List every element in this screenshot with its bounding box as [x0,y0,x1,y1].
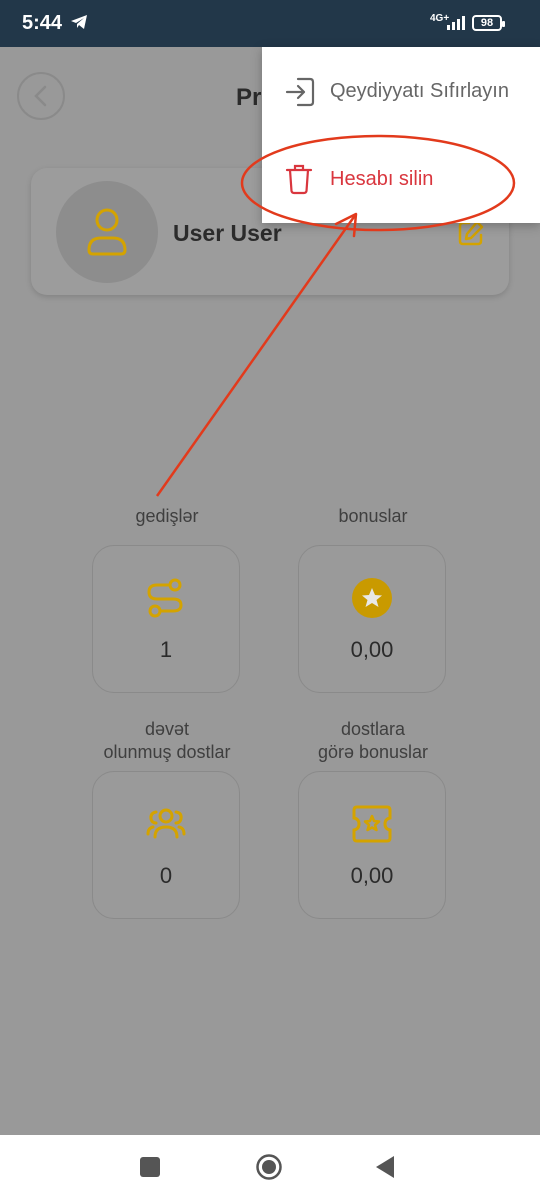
back-button[interactable] [17,72,65,120]
trash-icon [284,163,314,200]
stat-label-trips-line1: gedişlər [135,506,199,526]
system-nav-bar [0,1135,540,1200]
stat-card-friend-bonuses[interactable]: 0,00 [298,771,446,919]
signal-icon [447,16,467,35]
stat-label-friend-bonuses-line2: görə bonuslar [317,742,429,762]
ticket-star-icon [351,803,393,850]
users-icon [145,803,187,850]
user-name: User User [173,220,282,246]
overflow-menu: Qeydiyyatı Sıfırlayın Hesabı silin [262,47,540,223]
page-title: Pr [236,84,262,111]
menu-item-delete-account[interactable]: Hesabı silin [262,135,540,223]
status-time: 5:44 [22,12,63,34]
edit-icon [458,220,484,246]
menu-item-delete-label: Hesabı silin [330,167,434,190]
stat-value-friend-bonuses: 0,00 [350,863,394,888]
battery-icon: 98 [472,15,505,31]
stat-label-friend-bonuses: dostlara görə bonuslar [273,718,473,764]
square-icon [140,1157,160,1177]
stat-label-invited-line2: olunmuş dostlar [103,742,231,762]
circle-icon [256,1154,282,1180]
star-badge-icon [351,577,393,624]
stat-label-friend-bonuses-line1: dostlara [340,719,406,739]
route-icon [145,577,187,624]
avatar [56,181,158,283]
triangle-back-icon [376,1156,394,1178]
stat-value-invited: 0 [159,863,173,888]
stat-label-bonuses: bonuslar [273,505,473,528]
chevron-left-icon [34,85,47,107]
status-bar: 5:44 4G+ 98 [0,0,540,47]
stat-card-bonuses[interactable]: 0,00 [298,545,446,693]
stat-label-invited-line1: dəvət [144,719,190,739]
back-nav-button[interactable] [374,1155,396,1184]
user-icon [87,208,127,256]
stat-card-trips[interactable]: 1 [92,545,240,693]
stat-value-bonuses: 0,00 [350,637,394,662]
stat-label-invited: dəvət olunmuş dostlar [67,718,267,764]
stat-value-trips: 1 [159,637,173,662]
recents-button[interactable] [140,1157,160,1182]
stat-label-trips: gedişlər [67,505,267,528]
home-button[interactable] [255,1153,283,1186]
telegram-icon [70,14,88,35]
menu-item-reset-registration[interactable]: Qeydiyyatı Sıfırlayın [262,47,540,135]
stat-label-bonuses-line1: bonuslar [338,506,408,526]
edit-profile-button[interactable] [457,219,485,247]
sign-in-icon [284,75,316,114]
menu-item-reset-label: Qeydiyyatı Sıfırlayın [330,79,509,102]
stat-card-invited[interactable]: 0 [92,771,240,919]
